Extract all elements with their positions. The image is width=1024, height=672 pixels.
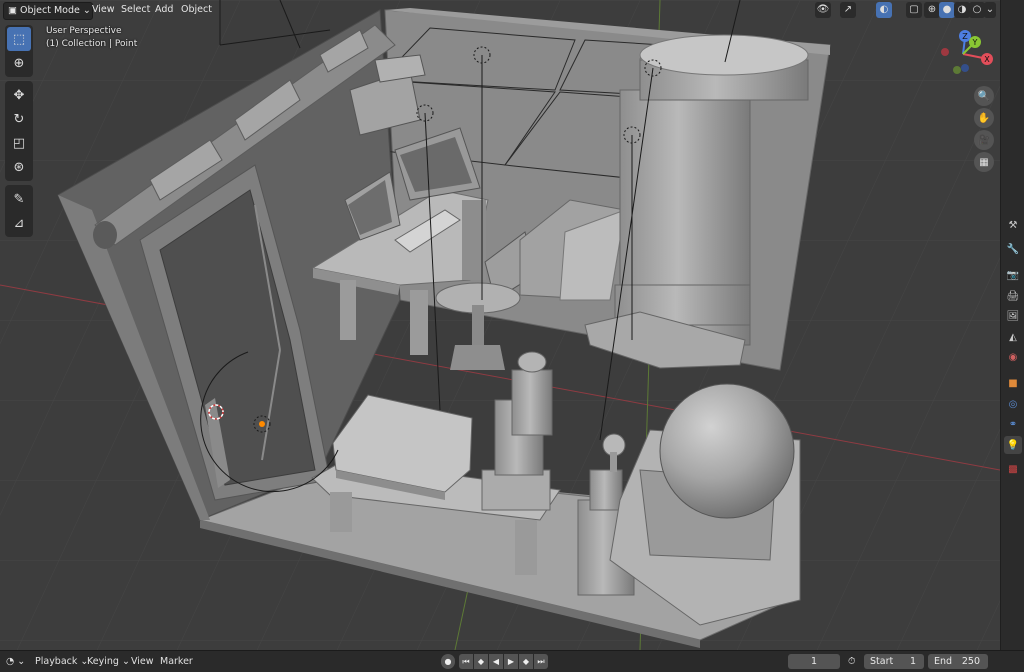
world-tab-icon[interactable]: ◉: [1004, 348, 1022, 366]
end-value: 250: [961, 656, 980, 667]
texture-tab-icon[interactable]: ▩: [1004, 460, 1022, 478]
view-name: User Perspective: [46, 26, 122, 36]
menu-view[interactable]: View: [88, 2, 119, 18]
play-icon[interactable]: ▶: [504, 654, 518, 669]
constraints-tab-icon[interactable]: ⚭: [1004, 415, 1022, 433]
current-frame-field[interactable]: 1: [788, 654, 840, 669]
gizmo-x-label: X: [984, 55, 990, 64]
timeline-header: ◔ ⌄ Playback ⌄ Keying ⌄ View Marker ● ⏮ …: [0, 650, 1024, 672]
xray-icon[interactable]: ▢: [906, 2, 922, 18]
jump-end-icon[interactable]: ⏭: [534, 654, 548, 669]
scene-render[interactable]: [0, 0, 1000, 650]
timeline-view-menu[interactable]: View: [131, 654, 154, 669]
keying-menu[interactable]: Keying ⌄: [87, 654, 130, 669]
overlays-icon[interactable]: ◐: [876, 2, 892, 18]
tool-tab-icon[interactable]: 🔧: [1004, 240, 1022, 258]
scene-tab-icon[interactable]: ◭: [1004, 328, 1022, 346]
cursor-icon[interactable]: ⊕: [7, 51, 31, 75]
navigation-gizmo[interactable]: Z Y X: [935, 28, 997, 84]
shading-options-icon[interactable]: ⌄: [984, 2, 996, 18]
object-tab-icon[interactable]: ■: [1004, 374, 1022, 392]
output-tab-icon[interactable]: 🖨: [1004, 287, 1022, 305]
viewport-header: ▣ Object Mode ⌄ View Select Add Object 👁…: [0, 0, 1000, 20]
collection-info: (1) Collection | Point: [46, 39, 138, 49]
zoom-icon[interactable]: 🔍: [974, 86, 994, 106]
end-frame-field[interactable]: End 250: [928, 654, 988, 669]
render-tab-icon[interactable]: 📷: [1004, 266, 1022, 284]
menu-select[interactable]: Select: [117, 2, 154, 18]
tool-settings-icon[interactable]: ⚒: [1004, 216, 1022, 234]
end-label: End: [934, 656, 953, 667]
gizmo-neg-y-icon: [953, 66, 961, 74]
marker-menu[interactable]: Marker: [160, 654, 193, 669]
gizmo-toggle-icon[interactable]: ↗: [840, 2, 856, 18]
jump-start-icon[interactable]: ⏮: [459, 654, 473, 669]
gizmo-z-label: Z: [962, 32, 968, 41]
jump-keyframe-back-icon[interactable]: ◆: [474, 654, 488, 669]
measure-icon[interactable]: ⊿: [7, 211, 31, 235]
3d-viewport[interactable]: ▣ Object Mode ⌄ View Select Add Object 👁…: [0, 0, 1000, 650]
play-reverse-icon[interactable]: ◀: [489, 654, 503, 669]
object-mode-icon: ▣: [8, 5, 20, 16]
playback-menu[interactable]: Playback ⌄: [35, 654, 88, 669]
tool-shelf: ⬚ ⊕ ✥ ↻ ◰ ⊛ ✎ ⊿: [5, 25, 33, 241]
record-icon[interactable]: ●: [441, 654, 455, 669]
annotate-icon[interactable]: ✎: [7, 187, 31, 211]
light-data-tab-icon[interactable]: 💡: [1004, 436, 1022, 454]
rotate-icon[interactable]: ↻: [7, 107, 31, 131]
rendered-shading-icon[interactable]: ○: [969, 2, 985, 18]
stopwatch-icon[interactable]: ⏱: [848, 654, 855, 669]
transform-icon[interactable]: ⊛: [7, 155, 31, 179]
select-box-icon[interactable]: ⬚: [7, 27, 31, 51]
menu-object[interactable]: Object: [177, 2, 216, 18]
playback-label: Playback: [35, 656, 78, 667]
editor-type-icon[interactable]: ◔ ⌄: [6, 654, 25, 669]
start-frame-field[interactable]: Start 1: [864, 654, 924, 669]
physics-tab-icon[interactable]: ◎: [1004, 395, 1022, 413]
jump-keyframe-forward-icon[interactable]: ◆: [519, 654, 533, 669]
gizmo-neg-z-icon: [961, 64, 969, 72]
start-label: Start: [870, 656, 894, 667]
move-icon[interactable]: ✥: [7, 83, 31, 107]
wireframe-shading-icon[interactable]: ⊕: [924, 2, 940, 18]
camera-icon[interactable]: 🎥: [974, 130, 994, 150]
mode-label: Object Mode: [20, 5, 80, 16]
pan-hand-icon[interactable]: ✋: [974, 108, 994, 128]
solid-shading-icon[interactable]: ●: [939, 2, 955, 18]
grid-perspective-icon[interactable]: ▦: [974, 152, 994, 172]
gizmo-neg-x-icon: [941, 48, 949, 56]
keying-label: Keying: [87, 656, 119, 667]
menu-add[interactable]: Add: [151, 2, 177, 18]
view-layer-tab-icon[interactable]: 🖼: [1004, 307, 1022, 325]
mode-selector[interactable]: ▣ Object Mode ⌄: [3, 2, 93, 20]
gizmo-y-label: Y: [972, 38, 978, 47]
properties-tabs: ⚒ 🔧 📷 🖨 🖼 ◭ ◉ ■ ◎ ⚭ 💡 ▩: [1000, 0, 1024, 650]
scale-icon[interactable]: ◰: [7, 131, 31, 155]
material-shading-icon[interactable]: ◑: [954, 2, 970, 18]
start-value: 1: [909, 656, 916, 667]
visibility-icon[interactable]: 👁: [815, 2, 831, 18]
